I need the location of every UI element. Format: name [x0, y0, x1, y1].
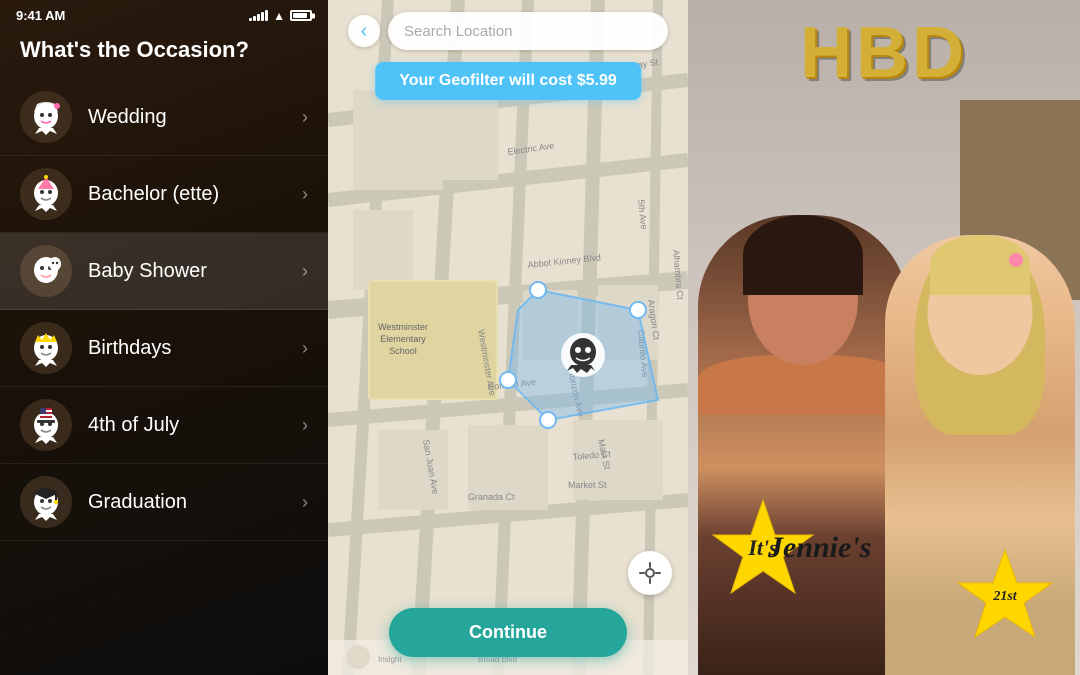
search-input[interactable]: Search Location — [388, 12, 668, 50]
occasion-list: Wedding › Bachelor (ette) › — [0, 79, 328, 675]
status-icons: ▲ — [249, 9, 312, 23]
baby-shower-label: Baby Shower — [88, 260, 302, 283]
occasion-item-wedding[interactable]: Wedding › — [0, 79, 328, 156]
bachelor-emoji — [20, 168, 72, 220]
graduation-emoji — [20, 476, 72, 528]
4th-july-chevron: › — [302, 415, 308, 436]
location-button[interactable] — [628, 551, 672, 595]
birthdays-emoji — [20, 322, 72, 374]
occasion-item-4th-july[interactable]: 4th of July › — [0, 387, 328, 464]
birthdays-chevron: › — [302, 338, 308, 359]
bachelor-chevron: › — [302, 184, 308, 205]
occasion-item-baby-shower[interactable]: Baby Shower › — [0, 233, 328, 310]
occasion-item-bachelor[interactable]: Bachelor (ette) › — [0, 156, 328, 233]
wedding-chevron: › — [302, 107, 308, 128]
photo-panel: HBD It's 21st Jennie's — [688, 0, 1080, 675]
signal-icon — [249, 10, 268, 21]
hbd-text: HBD — [800, 12, 968, 94]
status-time: 9:41 AM — [16, 8, 65, 23]
svg-text:Westminster: Westminster — [378, 322, 428, 332]
map-panel: ‹ Search Location Your Geofilter will co… — [328, 0, 688, 675]
page-title: What's the Occasion? — [0, 27, 328, 79]
cost-banner: Your Geofilter will cost $5.99 — [375, 62, 641, 100]
occasion-panel: 9:41 AM ▲ What's the Occasion? — [0, 0, 328, 675]
cost-label: Your Geofilter will cost $5.99 — [399, 72, 617, 89]
4th-july-emoji — [20, 399, 72, 451]
search-bar: ‹ Search Location — [348, 12, 668, 50]
search-placeholder: Search Location — [404, 23, 512, 40]
occasion-item-birthdays[interactable]: Birthdays › — [0, 310, 328, 387]
wedding-emoji — [20, 91, 72, 143]
baby-shower-emoji — [20, 245, 72, 297]
battery-icon — [290, 10, 312, 21]
bachelor-label: Bachelor (ette) — [88, 183, 302, 206]
graduation-chevron: › — [302, 492, 308, 513]
svg-text:Insight: Insight — [378, 655, 402, 664]
back-button[interactable]: ‹ — [348, 15, 380, 47]
continue-label: Continue — [469, 622, 547, 642]
svg-text:Elementary: Elementary — [380, 334, 426, 344]
continue-button[interactable]: Continue — [389, 608, 627, 657]
occasion-item-graduation[interactable]: Graduation › — [0, 464, 328, 541]
star-right: 21st — [950, 545, 1060, 655]
back-icon: ‹ — [361, 20, 368, 43]
status-bar: 9:41 AM ▲ — [0, 0, 328, 27]
graduation-label: Graduation — [88, 491, 302, 514]
map-container[interactable]: Westminster Elementary School Broadway S… — [328, 0, 688, 675]
svg-text:Granada Ct: Granada Ct — [468, 492, 515, 502]
jennies-text: Jennie's — [768, 531, 871, 565]
svg-text:21st: 21st — [992, 589, 1017, 604]
wedding-label: Wedding — [88, 106, 302, 129]
baby-shower-chevron: › — [302, 261, 308, 282]
birthdays-label: Birthdays — [88, 337, 302, 360]
wifi-icon: ▲ — [273, 9, 285, 23]
svg-text:Market St: Market St — [568, 480, 607, 490]
4th-july-label: 4th of July — [88, 414, 302, 437]
svg-text:School: School — [389, 346, 417, 356]
